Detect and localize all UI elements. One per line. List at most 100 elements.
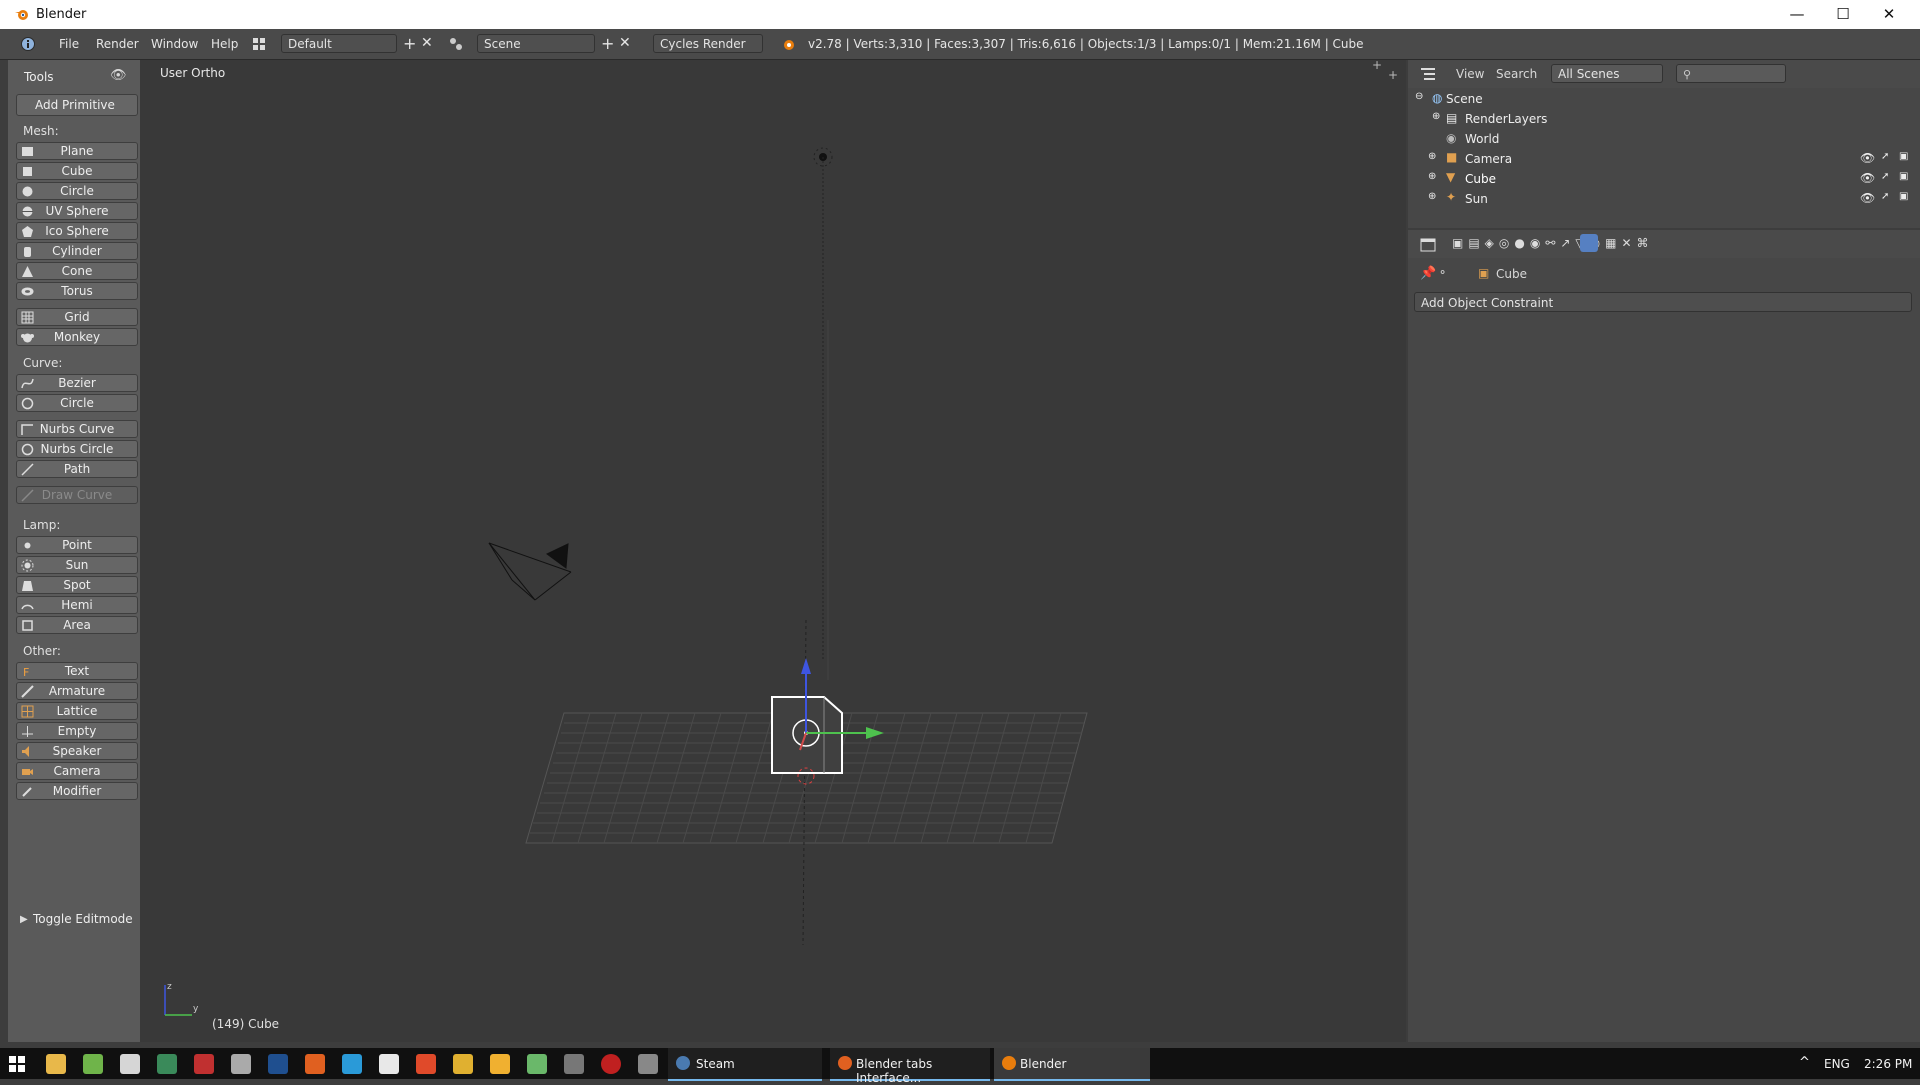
add-camera-button[interactable]: Camera <box>16 762 138 780</box>
draw-curve-button[interactable]: Draw Curve <box>16 486 138 504</box>
screen-layout-field[interactable]: Default <box>281 34 397 53</box>
clock[interactable]: 2:26 PM <box>1864 1057 1912 1071</box>
taskbar-steam-button[interactable]: Steam <box>668 1048 822 1081</box>
pin-icon[interactable]: 📌 <box>1420 266 1436 281</box>
folder-icon[interactable] <box>453 1054 473 1074</box>
viewport-scene[interactable] <box>140 60 1406 1042</box>
outliner-row-cube[interactable]: ⊕ ▼ Cube 👁 ➚ ▣ <box>1408 170 1920 190</box>
outliner-search-input[interactable]: ⚲ <box>1676 64 1786 83</box>
visibility-eye-icon[interactable]: 👁 <box>1860 191 1875 205</box>
expand-triangle-icon[interactable]: ▶ <box>20 914 28 925</box>
maps-icon[interactable] <box>342 1054 362 1074</box>
add-bezier-button[interactable]: Bezier <box>16 374 138 392</box>
red-app-icon[interactable] <box>601 1054 621 1074</box>
add-lattice-button[interactable]: Lattice <box>16 702 138 720</box>
visibility-eye-icon[interactable]: 👁 <box>1860 151 1875 165</box>
gimp-icon[interactable] <box>490 1054 510 1074</box>
outliner-search-menu[interactable]: Search <box>1496 67 1537 81</box>
sticky-icon[interactable] <box>527 1054 547 1074</box>
select-arrow-icon[interactable]: ➚ <box>1881 171 1889 182</box>
brave-icon[interactable] <box>416 1054 436 1074</box>
properties-region-plus-icon[interactable]: + <box>1388 68 1398 82</box>
properties-editor-icon[interactable] <box>1420 238 1438 252</box>
add-uv-sphere-button[interactable]: UV Sphere <box>16 202 138 220</box>
add-text-button[interactable]: F Text <box>16 662 138 680</box>
screen-layout-icon[interactable] <box>252 37 266 51</box>
tray-chevron-icon[interactable]: ^ <box>1799 1055 1810 1070</box>
outliner-row-scene[interactable]: ⊖ ◍ Scene <box>1408 90 1920 110</box>
menu-window[interactable]: Window <box>151 37 198 51</box>
maximize-button[interactable]: ☐ <box>1820 0 1866 29</box>
add-cube-button[interactable]: Cube <box>16 162 138 180</box>
toggle-editmode-panel[interactable]: Toggle Editmode <box>33 912 133 926</box>
photoshop-icon[interactable] <box>268 1054 288 1074</box>
add-nurbs-curve-button[interactable]: Nurbs Curve <box>16 420 138 438</box>
add-curve-circle-button[interactable]: Circle <box>16 394 138 412</box>
remove-screen-icon[interactable]: ✕ <box>421 35 433 51</box>
add-sun-lamp-button[interactable]: Sun <box>16 556 138 574</box>
render-camera-icon[interactable]: ▣ <box>1899 191 1908 202</box>
blender-pin-icon[interactable] <box>305 1054 325 1074</box>
add-armature-button[interactable]: Armature <box>16 682 138 700</box>
add-hemi-lamp-button[interactable]: Hemi <box>16 596 138 614</box>
visibility-eye-icon[interactable]: 👁 <box>110 68 127 83</box>
add-torus-button[interactable]: Torus <box>16 282 138 300</box>
minimize-button[interactable]: — <box>1774 0 1820 29</box>
minecraft-icon[interactable] <box>83 1054 103 1074</box>
paint-icon[interactable] <box>120 1054 140 1074</box>
render-camera-icon[interactable]: ▣ <box>1899 151 1908 162</box>
outliner-row-camera[interactable]: ⊕ ■ Camera 👁 ➚ ▣ <box>1408 150 1920 170</box>
outliner-editor-icon[interactable] <box>1420 67 1438 81</box>
add-scene-icon[interactable]: + <box>601 34 614 53</box>
language-indicator[interactable]: ENG <box>1824 1057 1850 1071</box>
add-path-button[interactable]: Path <box>16 460 138 478</box>
display-mode-select[interactable]: All Scenes <box>1551 64 1663 83</box>
taskbar-browser-button[interactable]: Blender tabs Interface... <box>830 1048 990 1085</box>
app-icon[interactable] <box>157 1054 177 1074</box>
add-cylinder-button[interactable]: Cylinder <box>16 242 138 260</box>
menu-render[interactable]: Render <box>96 37 139 51</box>
properties-context-tabs[interactable]: ▣▤◈◎●◉⚯↗▽◍▦✕⌘ <box>1452 236 1652 252</box>
settings-icon[interactable] <box>638 1054 658 1074</box>
windows-start-icon[interactable] <box>9 1056 25 1072</box>
file-explorer-icon[interactable] <box>46 1054 66 1074</box>
outliner-view-menu[interactable]: View <box>1456 67 1484 81</box>
expand-icon[interactable]: ⊕ <box>1428 191 1436 202</box>
flag-app-icon[interactable] <box>194 1054 214 1074</box>
add-point-lamp-button[interactable]: Point <box>16 536 138 554</box>
add-object-constraint-select[interactable]: Add Object Constraint <box>1414 292 1912 312</box>
close-button[interactable]: ✕ <box>1866 0 1912 29</box>
outliner-row-world[interactable]: ◉ World <box>1408 130 1920 150</box>
constraints-tab-active[interactable] <box>1580 234 1598 252</box>
editor-type-info-icon[interactable] <box>20 36 36 52</box>
add-empty-button[interactable]: Empty <box>16 722 138 740</box>
taskbar-blender-button[interactable]: Blender <box>994 1048 1150 1081</box>
menu-file[interactable]: File <box>59 37 79 51</box>
add-grid-button[interactable]: Grid <box>16 308 138 326</box>
outliner-row-renderlayers[interactable]: ⊕ ▤ RenderLayers <box>1408 110 1920 130</box>
add-circle-button[interactable]: Circle <box>16 182 138 200</box>
expand-icon[interactable]: ⊕ <box>1428 151 1436 162</box>
3d-viewport[interactable]: User Ortho z y (149) Cube + + <box>140 58 1406 1042</box>
render-engine-select[interactable]: Cycles Render <box>653 34 763 53</box>
add-plane-button[interactable]: Plane <box>16 142 138 160</box>
remove-scene-icon[interactable]: ✕ <box>619 35 631 51</box>
add-cone-button[interactable]: Cone <box>16 262 138 280</box>
add-primitive-header[interactable]: Add Primitive <box>16 94 138 116</box>
add-area-lamp-button[interactable]: Area <box>16 616 138 634</box>
scene-icon[interactable] <box>448 36 464 52</box>
add-nurbs-circle-button[interactable]: Nurbs Circle <box>16 440 138 458</box>
outliner-row-sun[interactable]: ⊕ ✦ Sun 👁 ➚ ▣ <box>1408 190 1920 210</box>
add-monkey-button[interactable]: Monkey <box>16 328 138 346</box>
add-speaker-button[interactable]: Speaker <box>16 742 138 760</box>
collapse-icon[interactable]: ⊖ <box>1415 91 1423 102</box>
select-arrow-icon[interactable]: ➚ <box>1881 151 1889 162</box>
calculator-icon[interactable] <box>564 1054 584 1074</box>
fox-app-icon[interactable] <box>231 1054 251 1074</box>
notepad-icon[interactable] <box>379 1054 399 1074</box>
menu-help[interactable]: Help <box>211 37 238 51</box>
scene-field[interactable]: Scene <box>477 34 595 53</box>
render-camera-icon[interactable]: ▣ <box>1899 171 1908 182</box>
add-spot-lamp-button[interactable]: Spot <box>16 576 138 594</box>
expand-icon[interactable]: ⊕ <box>1432 111 1440 122</box>
